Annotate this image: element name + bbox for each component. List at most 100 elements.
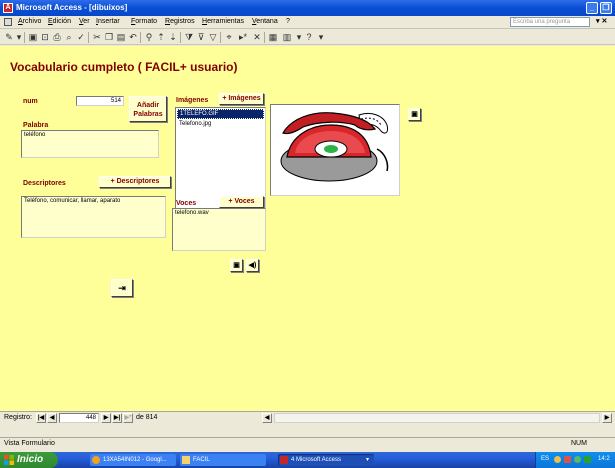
first-record-button[interactable]: |◀ xyxy=(36,413,46,423)
paste-icon[interactable]: ▤ xyxy=(116,32,126,42)
descriptors-field[interactable]: Teléfono, comunicar, llamar, aparato xyxy=(21,196,166,238)
horizontal-scrollbar[interactable] xyxy=(274,413,600,423)
scroll-right-arrow-icon[interactable]: ▶ xyxy=(602,413,612,423)
menu-edicion[interactable]: Edición xyxy=(48,18,71,25)
ask-question-input[interactable]: Escriba una pregunta xyxy=(510,17,590,27)
print-icon[interactable]: ⎙ xyxy=(52,32,62,42)
taskbar-item-browser[interactable]: 13XA54IN012 - Googl... xyxy=(90,454,176,466)
cut-icon[interactable]: ✂ xyxy=(92,32,102,42)
messenger-icon[interactable] xyxy=(574,456,581,463)
menu-help[interactable]: ? xyxy=(286,18,290,25)
delete-record-icon[interactable]: ✕ xyxy=(252,32,262,42)
new-object-icon[interactable]: ▥ xyxy=(282,32,292,42)
list-item-voice[interactable]: telefono.wav xyxy=(173,209,265,217)
num-field[interactable]: 514 xyxy=(76,96,124,106)
undo-icon[interactable]: ↶ xyxy=(128,32,138,42)
num-label: num xyxy=(23,98,38,105)
insert-hyperlink-icon[interactable]: ⚲ xyxy=(144,32,154,42)
window-bottom-frame xyxy=(0,424,615,437)
list-item-image[interactable]: Telefono.jpg xyxy=(177,120,264,128)
dropdown-arrow-icon[interactable]: ▾ xyxy=(14,32,24,42)
menu-bar: Archivo Edición Ver Insertar Formato Reg… xyxy=(0,16,615,29)
open-voice-icon[interactable]: ▣ xyxy=(230,259,243,272)
browser-icon xyxy=(92,456,100,464)
record-navigation-bar: Registro: |◀ ◀ 448 ▶ ▶| ▶* de 814 ◀ ▶ xyxy=(0,411,615,424)
sort-descending-icon[interactable]: ⇣ xyxy=(168,32,178,42)
window-title: Microsoft Access - [dibuixos] xyxy=(16,3,128,12)
record-number-input[interactable]: 448 xyxy=(59,413,99,423)
speaker-icon[interactable]: ◀) xyxy=(246,259,259,272)
document-menu-icon[interactable] xyxy=(4,18,12,26)
menu-insertar[interactable]: Insertar xyxy=(96,18,120,25)
window-title-bar[interactable]: A Microsoft Access - [dibuixos] _ ❐ xyxy=(0,0,615,16)
sort-ascending-icon[interactable]: ⇡ xyxy=(156,32,166,42)
menu-ver[interactable]: Ver xyxy=(79,18,90,25)
scroll-left-arrow-icon[interactable]: ◀ xyxy=(262,413,272,423)
database-window-icon[interactable]: ▦ xyxy=(268,32,278,42)
word-label: Palabra xyxy=(23,122,49,129)
voices-list[interactable]: telefono.wav xyxy=(172,208,266,251)
next-record-button[interactable]: ▶ xyxy=(101,413,111,423)
menu-registros[interactable]: Registros xyxy=(165,18,195,25)
save-icon[interactable]: ▣ xyxy=(28,32,38,42)
form-title: Vocabulario cumpleto ( FACIL+ usuario) xyxy=(10,60,238,74)
find-icon[interactable]: ⌖ xyxy=(224,32,234,42)
minimize-button[interactable]: _ xyxy=(586,2,598,14)
clock[interactable]: 14:2 xyxy=(598,456,610,462)
start-button[interactable]: Inicio xyxy=(0,452,58,468)
menu-archivo[interactable]: Archivo xyxy=(18,18,41,25)
filter-by-selection-icon[interactable]: ⧩ xyxy=(184,32,194,42)
new-record-icon[interactable]: ▸* xyxy=(238,32,248,42)
taskbar-item-label: 4 Microsoft Access xyxy=(291,457,342,463)
exit-door-icon[interactable]: ⇥ xyxy=(111,279,133,297)
help-icon[interactable]: ? xyxy=(304,32,314,42)
status-bar: Vista Formulario NUM xyxy=(0,437,615,450)
access-app-icon[interactable]: A xyxy=(3,3,13,13)
taskbar-item-access[interactable]: 4 Microsoft Access ▾ xyxy=(278,454,374,466)
previous-record-button[interactable]: ◀ xyxy=(47,413,57,423)
filter-by-form-icon[interactable]: ⊽ xyxy=(196,32,206,42)
add-words-button[interactable]: Añadir Palabras xyxy=(129,96,167,122)
toolbar-options-icon[interactable]: ▾ xyxy=(316,32,326,42)
security-icon[interactable] xyxy=(564,456,571,463)
dropdown-arrow-icon[interactable]: ▾ xyxy=(294,32,304,42)
record-count-label: de 814 xyxy=(136,414,158,421)
toolbar: ✎ ▾ ▣ ⊡ ⎙ ⌕ ✓ ✂ ❐ ▤ ↶ ⚲ ⇡ ⇣ ⧩ ⊽ ▽ ⌖ ▸* ✕… xyxy=(0,30,615,45)
toolbar-separator xyxy=(24,32,25,43)
taskbar-item-label: FACIL xyxy=(193,457,210,463)
open-image-icon[interactable]: ▣ xyxy=(408,108,421,121)
new-record-nav-button[interactable]: ▶* xyxy=(123,413,133,423)
view-icon[interactable]: ✎ xyxy=(4,32,14,42)
images-label: Imágenes xyxy=(176,97,209,104)
spelling-icon[interactable]: ✓ xyxy=(76,32,86,42)
toolbar-separator xyxy=(220,32,221,43)
print-preview-icon[interactable]: ⌕ xyxy=(64,32,74,42)
descriptors-label: Descriptores xyxy=(23,180,66,187)
file-search-icon[interactable]: ⊡ xyxy=(40,32,50,42)
chevron-down-icon: ▾ xyxy=(366,457,370,463)
record-label: Registro: xyxy=(4,414,33,421)
signal-icon[interactable] xyxy=(584,456,591,463)
menu-ventana[interactable]: Ventana xyxy=(252,18,278,25)
taskbar-item-folder[interactable]: FACIL xyxy=(180,454,266,466)
form-area: Vocabulario cumpleto ( FACIL+ usuario) n… xyxy=(0,46,615,411)
menu-herramientas[interactable]: Herramientas xyxy=(202,18,244,25)
last-record-button[interactable]: ▶| xyxy=(112,413,122,423)
add-images-button[interactable]: + Imágenes xyxy=(219,93,264,105)
apply-filter-icon[interactable]: ▽ xyxy=(208,32,218,42)
windows-flag-icon xyxy=(4,455,14,465)
image-preview xyxy=(270,104,400,196)
add-descriptors-button[interactable]: + Descriptores xyxy=(99,176,171,188)
add-voices-button[interactable]: + Voces xyxy=(219,196,264,208)
list-item-image-selected[interactable]: 1TELEFO.GIF xyxy=(177,109,264,119)
word-field[interactable]: teléfono xyxy=(21,130,159,158)
language-indicator[interactable]: ES xyxy=(541,456,549,462)
network-icon[interactable] xyxy=(554,456,561,463)
status-num-indicator: NUM xyxy=(571,440,587,447)
status-view-text: Vista Formulario xyxy=(4,440,55,447)
restore-button[interactable]: ❐ xyxy=(600,2,612,14)
taskbar-item-label: 13XA54IN012 - Googl... xyxy=(103,457,167,463)
copy-icon[interactable]: ❐ xyxy=(104,32,114,42)
menu-formato[interactable]: Formato xyxy=(131,18,157,25)
close-document-icon[interactable]: ▾ ✕ xyxy=(596,17,607,25)
